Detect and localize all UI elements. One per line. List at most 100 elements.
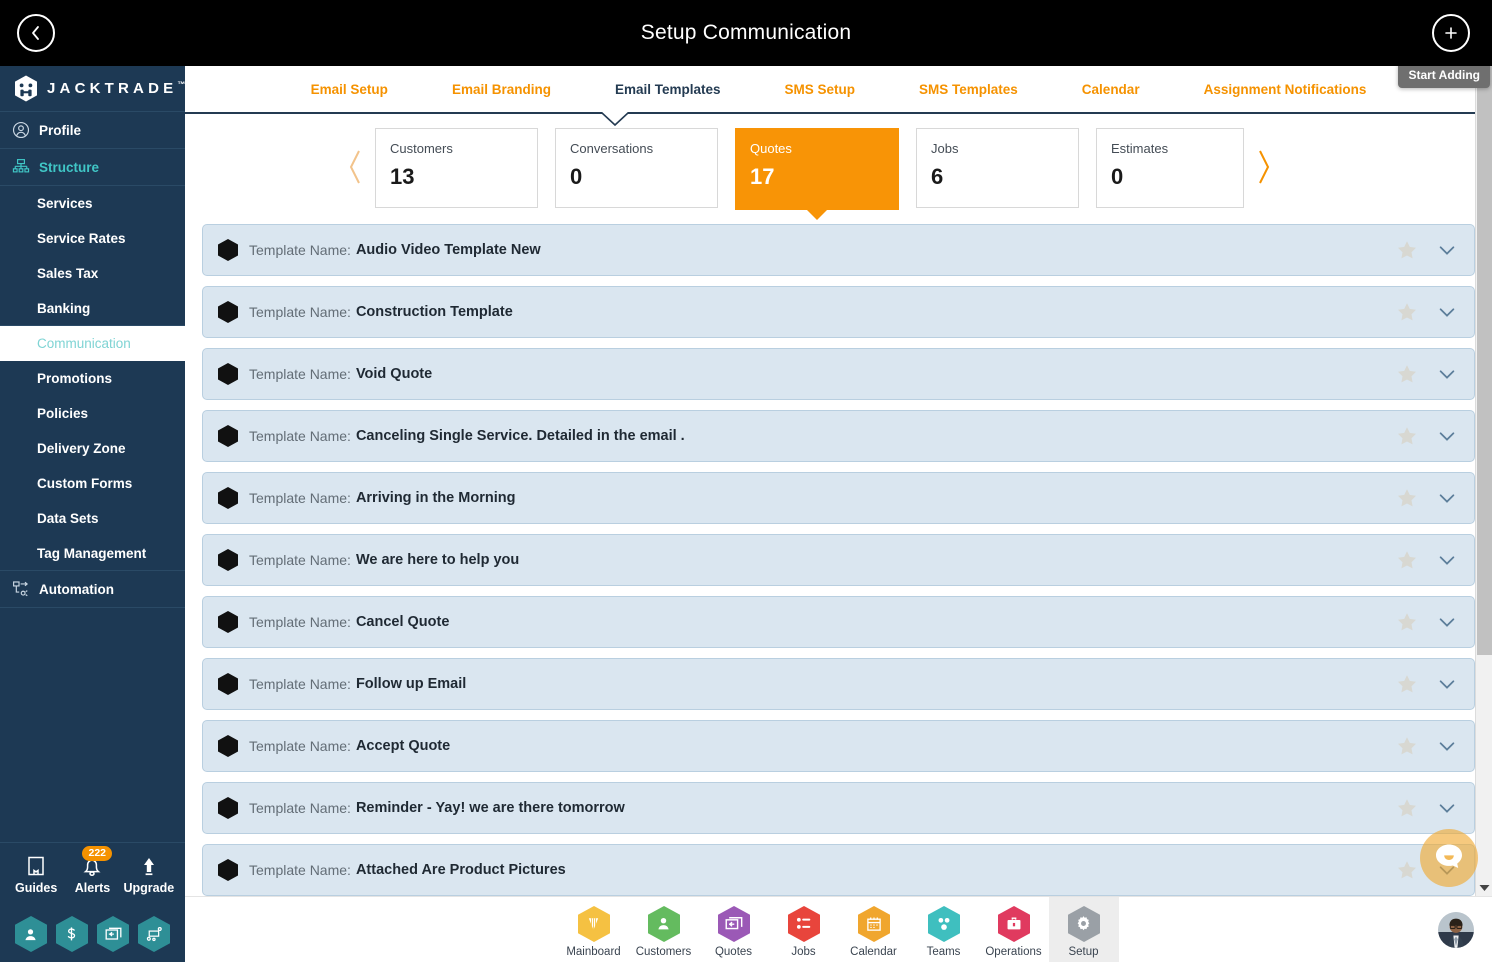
quick-action-workflow[interactable] [137,915,171,953]
sidebar-item-service-rates[interactable]: Service Rates [0,221,185,256]
star-icon[interactable] [1396,301,1418,323]
star-icon[interactable] [1396,239,1418,261]
chevron-down-icon[interactable] [1436,363,1458,385]
sidebar-item-services[interactable]: Services [0,186,185,221]
star-icon[interactable] [1396,363,1418,385]
metric-value: 17 [750,164,775,189]
bottom-nav-teams[interactable]: Teams [909,897,979,962]
guides-button[interactable]: Guides [10,855,62,895]
bottom-nav-calendar[interactable]: Calendar [839,897,909,962]
star-icon[interactable] [1396,549,1418,571]
alerts-button[interactable]: 222 Alerts [66,845,118,895]
bottom-nav-jobs[interactable]: Jobs [769,897,839,962]
sidebar-item-profile[interactable]: Profile [0,112,185,149]
star-icon[interactable] [1396,859,1418,881]
table-row[interactable]: Template Name: Accept Quote [202,720,1475,772]
table-row[interactable]: Template Name: Reminder - Yay! we are th… [202,782,1475,834]
sidebar-item-data-sets[interactable]: Data Sets [0,501,185,536]
metrics-carousel: Customers 13 Conversations 0 Quotes 17 J… [185,114,1492,224]
avatar[interactable] [1438,912,1474,948]
metric-card-estimates[interactable]: Estimates 0 [1096,128,1244,208]
bottom-nav-quotes[interactable]: Quotes [699,897,769,962]
upgrade-button[interactable]: Upgrade [123,855,175,895]
table-row[interactable]: Template Name: Follow up Email [202,658,1475,710]
chevron-down-icon[interactable] [1436,487,1458,509]
chevron-down-icon[interactable] [1436,797,1458,819]
hexagon-bullet-icon [217,300,239,324]
metric-cards: Customers 13 Conversations 0 Quotes 17 J… [375,128,1244,210]
sidebar-item-delivery-zone[interactable]: Delivery Zone [0,431,185,466]
brand-name: JACKTRADE [47,80,178,97]
bottom-nav-operations[interactable]: Operations [979,897,1049,962]
star-icon[interactable] [1396,425,1418,447]
table-row[interactable]: Template Name: Cancel Quote [202,596,1475,648]
back-button[interactable] [17,14,55,52]
star-icon[interactable] [1396,797,1418,819]
sidebar-item-promotions[interactable]: Promotions [0,361,185,396]
table-row[interactable]: Template Name: Audio Video Template New [202,224,1475,276]
tab-email-templates[interactable]: Email Templates [583,82,753,97]
table-row[interactable]: Template Name: Arriving in the Morning [202,472,1475,524]
metric-card-conversations[interactable]: Conversations 0 [555,128,718,208]
scrollbar-thumb[interactable] [1477,66,1492,655]
add-button[interactable] [1432,14,1470,52]
hexagon-bullet-icon [217,548,239,572]
star-icon[interactable] [1396,673,1418,695]
metric-label: Conversations [570,141,654,156]
table-row[interactable]: Template Name: Attached Are Product Pict… [202,844,1475,896]
chevron-down-icon[interactable] [1436,239,1458,261]
quick-action-person[interactable] [14,915,48,953]
vertical-scrollbar[interactable] [1475,66,1492,896]
bottom-nav-setup[interactable]: Setup [1048,896,1119,962]
sidebar-item-automation[interactable]: Automation [0,571,185,608]
sidebar-item-structure[interactable]: Structure [0,149,185,186]
chevron-down-icon[interactable] [1436,673,1458,695]
teams-icon [927,905,961,943]
metric-card-jobs[interactable]: Jobs 6 [916,128,1079,208]
quick-action-quotes[interactable] [96,915,130,953]
chevron-down-icon[interactable] [1436,425,1458,447]
sidebar-item-banking[interactable]: Banking [0,291,185,326]
sidebar-item-communication[interactable]: Communication [0,326,185,361]
chevron-down-icon[interactable] [1436,301,1458,323]
metric-card-quotes[interactable]: Quotes 17 [735,128,899,210]
table-row[interactable]: Template Name: Canceling Single Service.… [202,410,1475,462]
bottom-nav-customers[interactable]: Customers [629,897,699,962]
table-row[interactable]: Template Name: Construction Template [202,286,1475,338]
brand-logo[interactable]: JACKTRADE™ [0,66,185,112]
chevron-down-icon[interactable] [1436,735,1458,757]
bottom-nav-mainboard[interactable]: Mainboard [559,897,629,962]
chevron-down-icon[interactable] [1436,611,1458,633]
main-content: Email Setup Email Branding Email Templat… [185,66,1492,896]
quick-action-payments[interactable] [55,915,89,953]
table-row[interactable]: Template Name: Void Quote [202,348,1475,400]
sidebar-item-custom-forms[interactable]: Custom Forms [0,466,185,501]
tab-email-setup[interactable]: Email Setup [279,82,420,97]
bottom-nav-label: Setup [1068,945,1099,958]
star-icon[interactable] [1396,735,1418,757]
sidebar-item-label: Policies [37,406,89,421]
tab-assignment-notifications[interactable]: Assignment Notifications [1172,82,1399,97]
metric-label: Jobs [931,141,959,156]
template-name-label: Template Name: [249,614,351,630]
tab-sms-setup[interactable]: SMS Setup [753,82,888,97]
automation-flow-icon [12,580,30,598]
sidebar-item-tag-management[interactable]: Tag Management [0,536,185,571]
sidebar-item-policies[interactable]: Policies [0,396,185,431]
sidebar-item-sales-tax[interactable]: Sales Tax [0,256,185,291]
tabbar: Email Setup Email Branding Email Templat… [185,66,1492,127]
chevron-down-icon[interactable] [1436,549,1458,571]
tab-calendar[interactable]: Calendar [1050,82,1172,97]
table-row[interactable]: Template Name: We are here to help you [202,534,1475,586]
star-icon[interactable] [1396,487,1418,509]
metrics-prev-button[interactable] [335,148,375,191]
chat-launcher-button[interactable] [1420,829,1478,887]
star-icon[interactable] [1396,611,1418,633]
book-icon [25,855,47,879]
caret-down-icon[interactable] [1476,884,1492,892]
tab-email-branding[interactable]: Email Branding [420,82,583,97]
metrics-next-button[interactable] [1244,148,1284,191]
metric-card-customers[interactable]: Customers 13 [375,128,538,208]
sidebar-nav: Profile Structure Services Service Rates… [0,112,185,842]
tab-sms-templates[interactable]: SMS Templates [887,82,1050,97]
